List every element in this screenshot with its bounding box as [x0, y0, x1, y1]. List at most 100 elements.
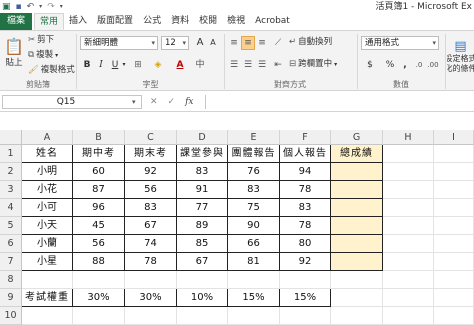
number-format-combo[interactable]: 通用格式 ▾ — [361, 36, 439, 50]
column-header-b[interactable]: B — [73, 130, 125, 145]
table-header-cell[interactable]: 期中考 — [73, 145, 125, 163]
merge-center-button[interactable]: ⊟ 跨欄置中 ▾ — [289, 58, 337, 71]
row-header-9[interactable]: 9 — [0, 289, 22, 307]
table-cell[interactable]: 56 — [73, 235, 125, 253]
table-header-cell[interactable]: 個人報告 — [280, 145, 331, 163]
column-header-g[interactable]: G — [331, 130, 383, 145]
cancel-icon[interactable]: ✕ — [150, 95, 158, 109]
spreadsheet-grid[interactable]: A B C D E F G H I 1 2 3 4 5 6 7 8 9 10 姓名 期中考 期末考 課堂參與 團體報告 個人報告… — [0, 113, 474, 325]
increase-decimal-icon[interactable]: .0 — [412, 58, 426, 72]
underline-dropdown-icon[interactable]: ▾ — [120, 58, 128, 72]
table-cell[interactable]: 81 — [228, 253, 280, 271]
empty-cell[interactable] — [228, 307, 280, 325]
column-header-a[interactable]: A — [22, 130, 73, 145]
currency-button[interactable]: $ — [363, 58, 377, 72]
empty-cell[interactable] — [125, 307, 177, 325]
font-color-icon[interactable]: A — [173, 58, 187, 72]
weight-cell[interactable]: 15% — [280, 289, 331, 307]
table-cell[interactable]: 小明 — [22, 163, 73, 181]
table-cell[interactable]: 78 — [280, 181, 331, 199]
table-header-cell[interactable]: 姓名 — [22, 145, 73, 163]
table-header-cell[interactable]: 總成績 — [331, 145, 383, 163]
table-cell[interactable]: 83 — [280, 199, 331, 217]
align-bottom-icon[interactable]: ≡ — [255, 36, 269, 50]
table-cell[interactable]: 78 — [280, 217, 331, 235]
table-cell[interactable] — [331, 181, 383, 199]
table-cell[interactable] — [331, 217, 383, 235]
table-cell[interactable]: 83 — [125, 199, 177, 217]
italic-button[interactable]: I — [94, 58, 108, 72]
empty-cell[interactable] — [434, 253, 474, 271]
percent-button[interactable]: % — [383, 58, 397, 72]
decrease-indent-icon[interactable]: ⇤ — [271, 58, 285, 72]
align-top-icon[interactable]: ≡ — [227, 36, 241, 50]
empty-cell[interactable] — [73, 307, 125, 325]
weights-label-cell[interactable]: 考試權重 — [22, 289, 73, 307]
table-cell[interactable] — [331, 199, 383, 217]
empty-cell[interactable] — [383, 181, 434, 199]
grow-font-button[interactable]: A — [193, 36, 207, 50]
empty-cell[interactable] — [383, 271, 434, 289]
empty-cell[interactable] — [434, 271, 474, 289]
tab-home[interactable]: 常用 — [34, 13, 65, 30]
table-cell[interactable]: 96 — [73, 199, 125, 217]
undo-icon[interactable]: ↶ — [27, 1, 35, 13]
table-header-cell[interactable]: 期末考 — [125, 145, 177, 163]
fx-icon[interactable]: fx — [185, 95, 193, 109]
empty-cell[interactable] — [73, 271, 125, 289]
chevron-down-icon[interactable]: ▾ — [132, 95, 136, 109]
empty-cell[interactable] — [434, 217, 474, 235]
table-cell[interactable]: 91 — [177, 181, 228, 199]
tab-formulas[interactable]: 公式 — [138, 13, 166, 30]
table-cell[interactable]: 小可 — [22, 199, 73, 217]
tab-view[interactable]: 檢視 — [222, 13, 250, 30]
align-left-icon[interactable]: ☰ — [227, 58, 241, 72]
table-header-cell[interactable]: 課堂參與 — [177, 145, 228, 163]
row-header-2[interactable]: 2 — [0, 163, 22, 181]
table-cell[interactable]: 76 — [228, 163, 280, 181]
cut-button[interactable]: ✂ 剪下 — [28, 34, 54, 47]
weight-cell[interactable]: 10% — [177, 289, 228, 307]
table-cell[interactable] — [331, 253, 383, 271]
table-cell[interactable]: 66 — [228, 235, 280, 253]
shrink-font-button[interactable]: A — [206, 36, 220, 50]
redo-icon[interactable]: ↷ — [47, 1, 55, 13]
empty-cell[interactable] — [434, 163, 474, 181]
font-size-combo[interactable]: 12 ▾ — [161, 36, 189, 50]
table-cell[interactable]: 小星 — [22, 253, 73, 271]
align-middle-icon[interactable]: ≡ — [241, 36, 255, 50]
select-all-corner[interactable] — [0, 130, 22, 145]
conditional-format-button[interactable]: ▤ 設定格式 化的條件 — [447, 34, 474, 78]
table-cell[interactable]: 67 — [125, 217, 177, 235]
column-header-e[interactable]: E — [228, 130, 280, 145]
fill-color-icon[interactable]: ◈ — [151, 58, 165, 72]
tab-file[interactable]: 檔案 — [0, 13, 33, 30]
enter-icon[interactable]: ✓ — [168, 95, 176, 109]
row-header-4[interactable]: 4 — [0, 199, 22, 217]
empty-cell[interactable] — [383, 235, 434, 253]
align-center-icon[interactable]: ☰ — [241, 58, 255, 72]
row-header-5[interactable]: 5 — [0, 217, 22, 235]
empty-cell[interactable] — [22, 271, 73, 289]
table-cell[interactable]: 75 — [228, 199, 280, 217]
table-cell[interactable]: 85 — [177, 235, 228, 253]
table-cell[interactable]: 小花 — [22, 181, 73, 199]
table-cell[interactable]: 92 — [280, 253, 331, 271]
font-name-combo[interactable]: 新細明體 ▾ — [80, 36, 158, 50]
row-header-10[interactable]: 10 — [0, 307, 22, 325]
empty-cell[interactable] — [383, 289, 434, 307]
save-icon[interactable]: ▪ — [16, 1, 22, 13]
empty-cell[interactable] — [434, 307, 474, 325]
weight-cell[interactable]: 30% — [125, 289, 177, 307]
table-cell[interactable]: 90 — [228, 217, 280, 235]
empty-cell[interactable] — [383, 145, 434, 163]
table-cell[interactable]: 88 — [73, 253, 125, 271]
format-painter-button[interactable]: 🖌 複製格式 — [28, 64, 75, 77]
empty-cell[interactable] — [228, 271, 280, 289]
table-cell[interactable]: 83 — [228, 181, 280, 199]
border-icon[interactable]: ⊞ — [131, 58, 145, 72]
table-cell[interactable]: 小天 — [22, 217, 73, 235]
empty-cell[interactable] — [331, 271, 383, 289]
column-header-c[interactable]: C — [125, 130, 177, 145]
table-cell[interactable]: 56 — [125, 181, 177, 199]
